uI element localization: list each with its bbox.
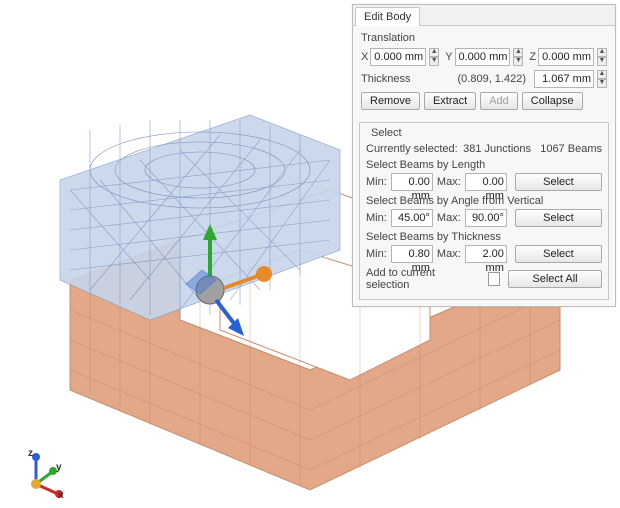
length-max-label: Max: <box>437 176 461 188</box>
remove-button[interactable]: Remove <box>361 92 420 110</box>
thickness-label: Thickness <box>361 73 411 85</box>
axis-y-label: y <box>56 462 62 473</box>
thickness-range: (0.809, 1.422) <box>458 73 527 85</box>
x-input[interactable]: 0.000 mm <box>370 48 426 66</box>
beams-label: Beams <box>568 143 602 155</box>
edit-body-panel: Edit Body Translation X 0.000 mm ▲▼ Y 0.… <box>352 4 616 307</box>
x-label: X <box>361 51 368 63</box>
by-thickness-title: Select Beams by Thickness <box>366 231 602 243</box>
length-min-input[interactable]: 0.00 mm <box>391 173 433 191</box>
panel-tabs: Edit Body <box>353 5 615 26</box>
y-input[interactable]: 0.000 mm <box>455 48 511 66</box>
thickness-input[interactable]: 1.067 mm <box>534 70 594 88</box>
y-spinner[interactable]: ▲▼ <box>513 48 523 66</box>
thickness-min-input[interactable]: 0.80 mm <box>391 245 433 263</box>
select-by-length-button[interactable]: Select <box>515 173 602 191</box>
y-label: Y <box>445 51 452 63</box>
beams-count: 1067 <box>540 143 564 155</box>
translation-title: Translation <box>361 32 607 44</box>
angle-min-label: Min: <box>366 212 387 224</box>
z-spinner[interactable]: ▲▼ <box>597 48 607 66</box>
add-to-current-checkbox[interactable] <box>488 272 500 286</box>
thickness-max-input[interactable]: 2.00 mm <box>465 245 507 263</box>
axis-triad: z y x <box>18 452 64 498</box>
z-input[interactable]: 0.000 mm <box>538 48 594 66</box>
thickness-spinner[interactable]: ▲▼ <box>597 70 607 88</box>
angle-max-input[interactable]: 90.00° <box>465 209 507 227</box>
length-min-label: Min: <box>366 176 387 188</box>
add-button: Add <box>480 92 518 110</box>
currently-selected-label: Currently selected: <box>366 143 458 155</box>
by-length-title: Select Beams by Length <box>366 159 602 171</box>
x-spinner[interactable]: ▲▼ <box>429 48 439 66</box>
by-angle-title: Select Beams by Angle from Vertical <box>366 195 602 207</box>
add-to-current-label: Add to current selection <box>366 267 466 291</box>
collapse-button[interactable]: Collapse <box>522 92 583 110</box>
select-all-button[interactable]: Select All <box>508 270 602 288</box>
z-label: Z <box>529 51 536 63</box>
thick-max-label: Max: <box>437 248 461 260</box>
axis-z-label: z <box>28 448 33 459</box>
angle-min-input[interactable]: 45.00° <box>391 209 433 227</box>
thick-min-label: Min: <box>366 248 387 260</box>
length-max-input[interactable]: 0.00 mm <box>465 173 507 191</box>
angle-max-label: Max: <box>437 212 461 224</box>
select-group-title: Select <box>368 127 405 139</box>
junctions-label: Junctions <box>485 143 531 155</box>
axis-x-label: x <box>58 490 64 501</box>
tab-edit-body[interactable]: Edit Body <box>355 7 420 26</box>
extract-button[interactable]: Extract <box>424 92 476 110</box>
junctions-count: 381 <box>463 143 481 155</box>
select-by-angle-button[interactable]: Select <box>515 209 602 227</box>
select-group: Select Currently selected: 381 Junctions… <box>359 122 609 300</box>
select-by-thickness-button[interactable]: Select <box>515 245 602 263</box>
